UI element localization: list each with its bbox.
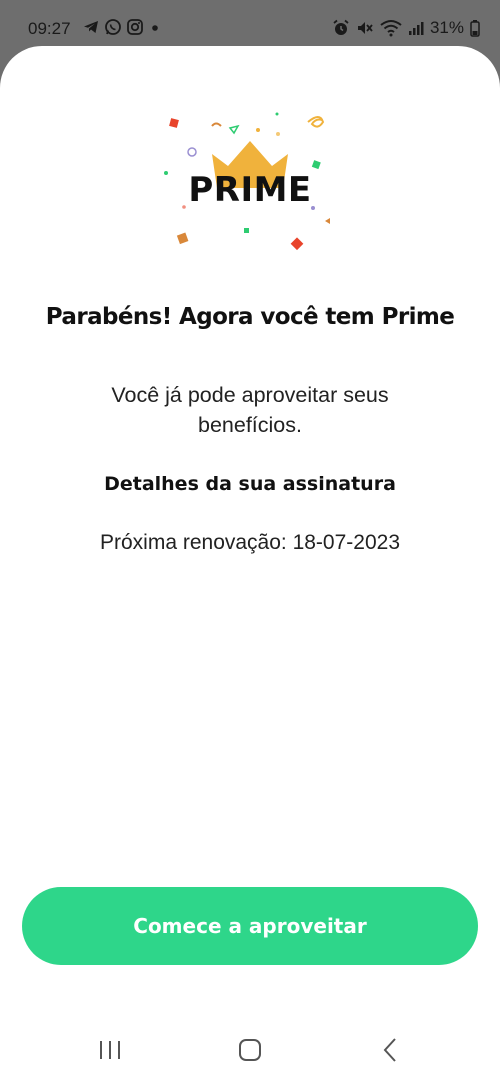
confetti-orange-1 bbox=[176, 232, 189, 245]
system-nav-bar bbox=[0, 1030, 500, 1080]
battery-percent: 31% bbox=[429, 18, 464, 37]
confetti-red-2 bbox=[290, 237, 304, 251]
back-icon bbox=[383, 1038, 396, 1062]
subscription-details-heading: Detalhes da sua assinatura bbox=[104, 473, 396, 495]
start-enjoying-button[interactable]: Comece a aproveitar bbox=[22, 887, 478, 965]
status-left-icons bbox=[82, 18, 162, 36]
alarm-icon bbox=[333, 19, 349, 35]
telegram-icon bbox=[84, 21, 98, 33]
home-button[interactable] bbox=[220, 1030, 280, 1070]
confetti-triangle-1 bbox=[228, 124, 240, 135]
status-time: 09:27 bbox=[28, 19, 71, 38]
signal-icon bbox=[408, 22, 424, 35]
confirmation-sheet: PRIME Parabéns! Agora você tem Prime Voc… bbox=[0, 46, 500, 1083]
notification-dot-icon bbox=[152, 25, 158, 31]
confetti-swirl-1 bbox=[307, 116, 325, 128]
confetti-triangle-2 bbox=[325, 218, 330, 224]
confetti-dot-3 bbox=[276, 132, 280, 136]
mute-icon bbox=[357, 22, 373, 34]
whatsapp-icon bbox=[105, 19, 121, 35]
back-button[interactable] bbox=[360, 1030, 420, 1070]
prime-wordmark: PRIME bbox=[188, 170, 312, 210]
confetti-dot-1 bbox=[256, 128, 260, 132]
recent-apps-icon bbox=[100, 1041, 120, 1059]
home-icon bbox=[239, 1039, 261, 1061]
recent-apps-button[interactable] bbox=[80, 1030, 140, 1070]
confetti-ring-1 bbox=[187, 147, 197, 157]
page-title: Parabéns! Agora você tem Prime bbox=[45, 304, 455, 330]
status-right: 31% bbox=[332, 18, 480, 38]
battery-icon bbox=[470, 20, 480, 37]
renewal-date-text: Próxima renovação: 18-07-2023 bbox=[99, 531, 400, 554]
confetti-red-1 bbox=[169, 118, 179, 128]
confetti-curl-1 bbox=[211, 122, 222, 127]
subtitle-text: Você já pode aproveitar seus benefícios. bbox=[111, 383, 389, 437]
confetti-dot-2 bbox=[275, 112, 279, 116]
confetti-green-2 bbox=[244, 228, 249, 233]
confetti-green-1 bbox=[311, 160, 321, 170]
instagram-icon bbox=[127, 19, 143, 35]
wifi-icon bbox=[380, 20, 402, 37]
